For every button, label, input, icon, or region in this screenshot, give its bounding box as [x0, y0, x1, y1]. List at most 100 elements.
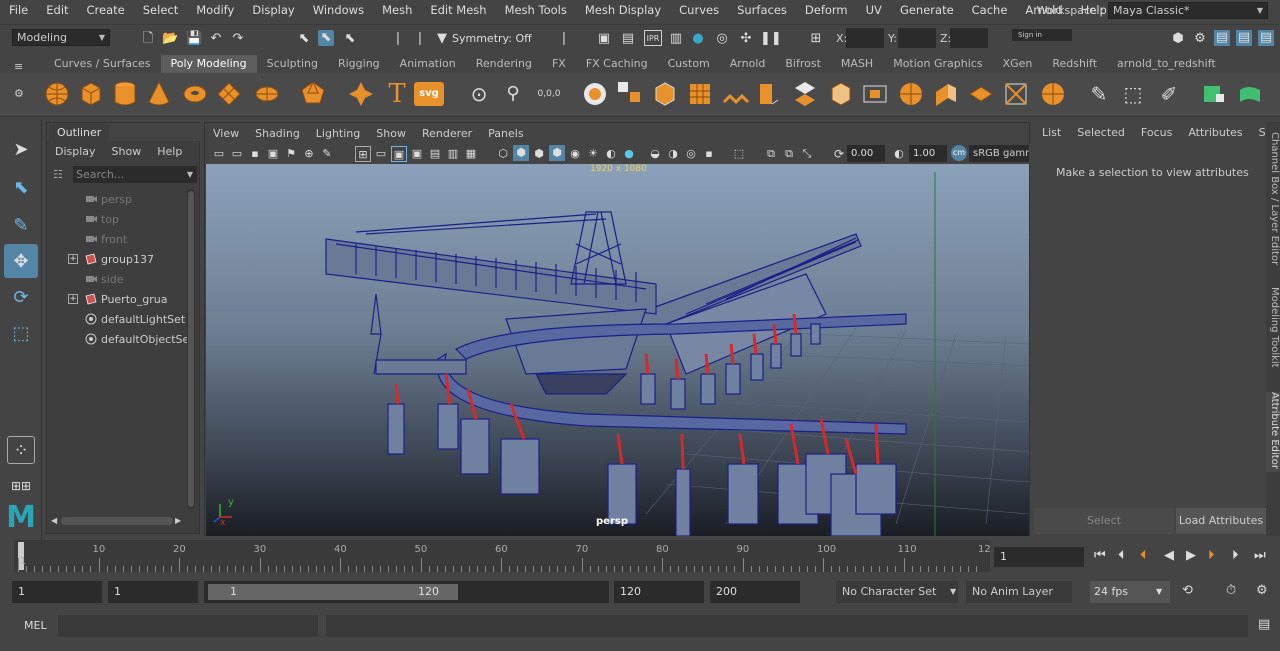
move-tool-icon[interactable]: ✥	[4, 244, 38, 278]
open-scene-icon[interactable]: 📂	[162, 31, 178, 47]
character-set-dropdown[interactable]: No Character Set ▼	[836, 581, 958, 603]
smooth-shade-icon[interactable]: ⬢	[513, 145, 529, 161]
shelf-tab-bifrost[interactable]: Bifrost	[775, 55, 831, 73]
x-field[interactable]	[846, 28, 884, 48]
poly-plane-icon[interactable]	[214, 78, 244, 110]
attribute-editor-side-tab[interactable]: Attribute Editor	[1266, 392, 1280, 472]
target-weld-icon[interactable]	[1002, 78, 1032, 110]
menu-deform[interactable]: Deform	[796, 3, 857, 17]
z-field[interactable]	[950, 28, 988, 48]
viewport-menu-lighting[interactable]: Lighting	[308, 125, 368, 143]
viewport-menu-shading[interactable]: Shading	[247, 125, 308, 143]
quad-draw-icon[interactable]: ✎	[1084, 78, 1114, 110]
sweep-mesh-icon[interactable]: ⊙	[464, 78, 494, 110]
new-scene-icon[interactable]: 🗋	[140, 31, 156, 47]
tool-settings-icon[interactable]: ▤	[1236, 30, 1252, 46]
redo-icon[interactable]: ↷	[230, 31, 246, 47]
loop-icon[interactable]: ⟲	[1182, 583, 1193, 598]
multi-cut-icon[interactable]	[1038, 78, 1068, 110]
layout-quad-icon[interactable]: ⊞⊞	[7, 472, 35, 500]
channel-box-icon[interactable]: ▤	[1258, 30, 1274, 46]
gamma-field[interactable]: 1.00	[909, 145, 947, 162]
script-type-label[interactable]: MEL	[24, 619, 47, 632]
shelf-tab-fx[interactable]: FX	[542, 55, 576, 73]
end-time-field[interactable]: 200	[710, 581, 800, 603]
xray-icon[interactable]: ⬢	[549, 145, 565, 161]
scale-tool-icon[interactable]: ⬚	[4, 316, 38, 350]
grid-toggle-icon[interactable]: ⊕	[301, 146, 317, 162]
use-lights-icon[interactable]: ☀	[585, 146, 601, 162]
channel-box-side-tab[interactable]: Channel Box / Layer Editor	[1266, 132, 1280, 282]
select-button[interactable]: Select	[1034, 508, 1174, 534]
cleanup-icon[interactable]	[826, 78, 856, 110]
poly-type-icon[interactable]: ⚲	[498, 78, 528, 110]
command-input[interactable]	[58, 615, 318, 637]
chevron-down-icon[interactable]: ▼	[187, 166, 193, 183]
safe-title-icon[interactable]: ▦	[463, 146, 479, 162]
playback-start-field[interactable]: 1	[108, 581, 198, 603]
outliner-menu-help[interactable]: Help	[149, 143, 190, 161]
outliner-search-input[interactable]: Search... ▼	[73, 166, 197, 183]
shelf-tab-arnold[interactable]: Arnold	[720, 55, 776, 73]
modeling-toolkit-icon[interactable]: ⚙	[1192, 31, 1208, 47]
menu-create[interactable]: Create	[78, 3, 134, 17]
render-view-icon[interactable]: ▣	[596, 31, 612, 47]
poly-sphere-icon[interactable]	[42, 78, 72, 110]
wireframe-on-shaded-icon[interactable]: ⬢	[531, 146, 547, 162]
poly-cylinder-icon[interactable]	[110, 78, 140, 110]
attr-menu-focus[interactable]: Focus	[1133, 124, 1180, 142]
motion-blur-icon[interactable]: ◒	[647, 146, 663, 162]
fps-dropdown[interactable]: 24 fps ▼	[1090, 581, 1170, 603]
shelf-tab-curves-surfaces[interactable]: Curves / Surfaces	[44, 55, 161, 73]
outliner-item-side[interactable]: side	[47, 269, 187, 289]
poly-svg-icon[interactable]: svg	[414, 82, 444, 106]
exposure-icon[interactable]: ⟳	[831, 146, 847, 162]
menu-uv[interactable]: UV	[857, 3, 891, 17]
color-management-icon[interactable]: cm	[951, 145, 967, 161]
time-slider-bar[interactable]: 1 10 20 30 40 50 60 70 80 90 100 110 12	[14, 540, 991, 572]
paint-select-tool-icon[interactable]: ✎	[4, 208, 38, 242]
frame-all-icon[interactable]: ⧉	[781, 146, 797, 162]
isolate-icon[interactable]: ▪	[701, 146, 717, 162]
viewport-menu-show[interactable]: Show	[368, 125, 414, 143]
poly-cone-icon[interactable]	[144, 78, 174, 110]
uv-editor-icon[interactable]	[1200, 78, 1230, 110]
film-gate-icon[interactable]: ✎	[319, 146, 335, 162]
lookdev-icon[interactable]: ✣	[738, 31, 754, 47]
render-settings-icon[interactable]: ▥	[668, 31, 684, 47]
wireframe-icon[interactable]: ⬡	[495, 146, 511, 162]
rotate-tool-icon[interactable]: ⟳	[4, 280, 38, 314]
fill-hole-icon[interactable]	[896, 78, 926, 110]
outliner-menu-show[interactable]: Show	[104, 143, 150, 161]
step-forward-frame-icon[interactable]: ⏵	[1208, 548, 1215, 563]
render-setup-icon[interactable]: ◎	[714, 31, 730, 47]
reduce-icon[interactable]	[754, 78, 784, 110]
shelf-tab-poly-modeling[interactable]: Poly Modeling	[160, 55, 257, 73]
camera-select-icon[interactable]: ▭	[211, 146, 227, 162]
attr-menu-list[interactable]: List	[1034, 124, 1069, 142]
range-bar[interactable]: 1 120	[204, 581, 609, 603]
resolution-gate-icon[interactable]: ▣	[391, 146, 407, 162]
edge-loop-icon[interactable]: ⬚	[1118, 78, 1148, 110]
viewport-menu-renderer[interactable]: Renderer	[414, 125, 480, 143]
menu-mesh-tools[interactable]: Mesh Tools	[496, 3, 576, 17]
step-forward-key-icon[interactable]: ⏵	[1232, 548, 1239, 563]
expand-icon[interactable]: +	[68, 294, 78, 304]
playback-end-field[interactable]: 120	[614, 581, 704, 603]
select-tool-icon[interactable]: ➤	[4, 132, 38, 166]
menu-file[interactable]: File	[0, 3, 37, 17]
select-component-icon[interactable]: ⬉	[342, 31, 358, 47]
load-attributes-button[interactable]: Load Attributes	[1176, 508, 1266, 534]
shelf-tab-fx-caching[interactable]: FX Caching	[576, 55, 658, 73]
colorspace-dropdown[interactable]: sRGB gamma	[969, 145, 1029, 162]
outliner-scrollbar[interactable]	[187, 189, 195, 509]
shelf-tab-mash[interactable]: MASH	[831, 55, 883, 73]
mirror-icon[interactable]	[790, 78, 820, 110]
safe-action-icon[interactable]: ▥	[445, 146, 461, 162]
scroll-left-icon[interactable]: ◀	[51, 516, 57, 525]
outliner-item-persp[interactable]: persp	[47, 189, 187, 209]
shelf-tab-motion-graphics[interactable]: Motion Graphics	[883, 55, 992, 73]
menuset-dropdown[interactable]: Modeling ▼	[12, 29, 110, 46]
menu-cache[interactable]: Cache	[963, 3, 1017, 17]
anim-layer-dropdown[interactable]: No Anim Layer	[966, 581, 1072, 603]
